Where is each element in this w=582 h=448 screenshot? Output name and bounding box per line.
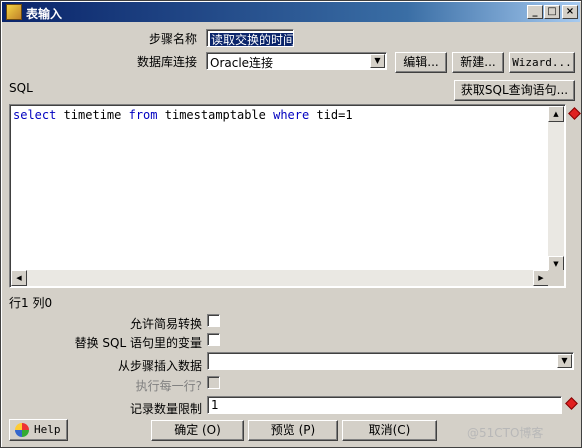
replace-vars-label: 替换 SQL 语句里的变量	[74, 336, 202, 350]
sql-label: SQL	[9, 81, 33, 95]
db-connection-select[interactable]: Oracle连接 ▼	[206, 52, 387, 70]
wizard-button[interactable]: Wizard...	[509, 52, 575, 73]
sql-token: tid=1	[309, 108, 353, 122]
sql-text: select timetime from timestamptable wher…	[13, 108, 353, 122]
edit-connection-button[interactable]: 编辑...	[395, 52, 447, 73]
limit-value: 1	[211, 398, 219, 412]
title-bar[interactable]: 表输入 _ □ ×	[2, 2, 580, 22]
limit-input[interactable]: 1	[207, 396, 562, 414]
step-name-value: 读取交换的时间	[210, 33, 293, 46]
lazy-conversion-label: 允许简易转换	[129, 317, 202, 331]
help-icon	[15, 423, 29, 437]
chevron-down-icon[interactable]: ▼	[557, 354, 572, 368]
table-input-icon	[6, 4, 22, 20]
insert-from-step-label: 从步骤插入数据	[117, 359, 202, 373]
help-button-label: Help	[34, 423, 61, 436]
sql-keyword: where	[273, 108, 310, 122]
replace-vars-checkbox[interactable]	[207, 333, 220, 346]
cancel-button[interactable]: 取消(C)	[342, 420, 437, 441]
step-name-input[interactable]: 读取交换的时间	[206, 29, 294, 47]
sql-keyword: from	[128, 108, 158, 122]
watermark: @51CTO博客	[467, 426, 544, 440]
lazy-conversion-checkbox[interactable]	[207, 314, 220, 327]
sql-editor[interactable]: select timetime from timestamptable wher…	[9, 104, 566, 288]
preview-button[interactable]: 预览 (P)	[248, 420, 338, 441]
table-input-dialog: 表输入 _ □ × 步骤名称 读取交换的时间 数据库连接 Oracle连接 ▼ …	[0, 0, 582, 448]
scroll-left-icon[interactable]: ◀	[11, 270, 27, 286]
help-button[interactable]: Help	[9, 419, 68, 441]
execute-each-row-checkbox[interactable]	[207, 376, 220, 389]
step-name-label: 步骤名称	[148, 32, 197, 46]
new-connection-button[interactable]: 新建...	[452, 52, 504, 73]
close-button[interactable]: ×	[562, 5, 578, 19]
db-connection-value: Oracle连接	[210, 56, 274, 70]
required-marker-icon	[568, 107, 581, 120]
ok-button[interactable]: 确定 (O)	[151, 420, 244, 441]
scroll-up-icon[interactable]: ▲	[548, 106, 564, 122]
sql-keyword: select	[13, 108, 57, 122]
minimize-button[interactable]: _	[527, 5, 543, 19]
limit-label: 记录数量限制	[129, 402, 202, 416]
execute-each-row-label: 执行每一行?	[135, 379, 202, 393]
get-sql-button[interactable]: 获取SQL查询语句...	[454, 80, 575, 101]
required-marker-icon	[565, 397, 578, 410]
db-connection-label: 数据库连接	[136, 55, 197, 69]
scroll-corner	[548, 270, 564, 286]
maximize-button[interactable]: □	[544, 5, 560, 19]
window-title: 表输入	[26, 7, 63, 21]
chevron-down-icon[interactable]: ▼	[370, 54, 385, 68]
sql-token: timetime	[56, 108, 129, 122]
horizontal-scrollbar[interactable]: ◀ ▶	[11, 270, 549, 286]
cursor-position: 行1 列0	[9, 296, 53, 310]
vertical-scrollbar[interactable]: ▲ ▼	[548, 106, 564, 272]
insert-from-step-select[interactable]: ▼	[207, 352, 574, 370]
sql-token: timestamptable	[157, 108, 274, 122]
scroll-right-icon[interactable]: ▶	[533, 270, 549, 286]
